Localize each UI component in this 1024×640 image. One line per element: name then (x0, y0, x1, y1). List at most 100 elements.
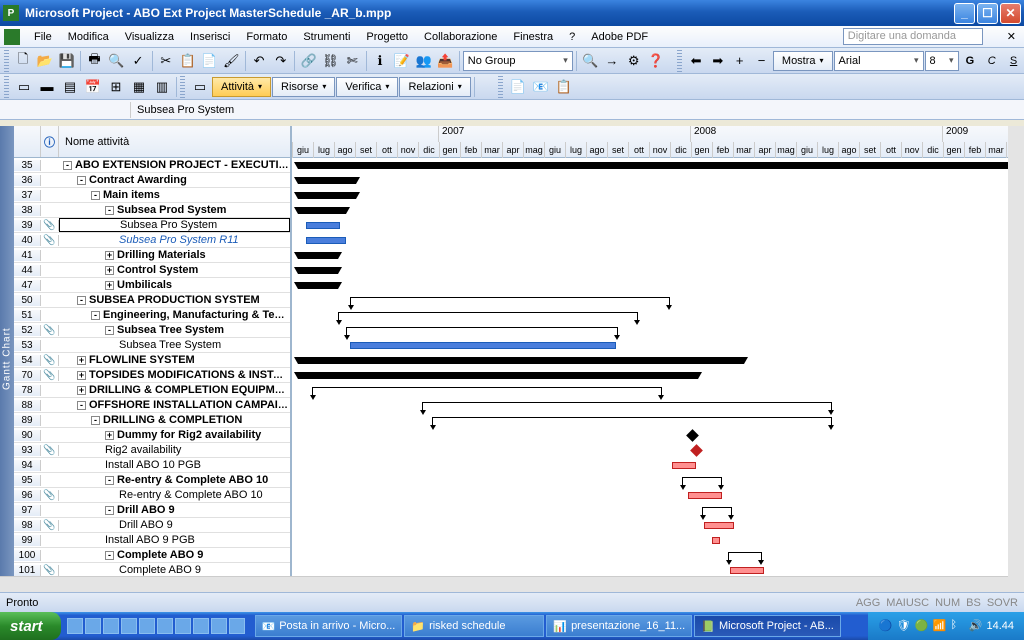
gantt-bar[interactable] (298, 207, 346, 214)
table-row[interactable]: 89-DRILLING & COMPLETION (14, 413, 290, 428)
gantt-bar[interactable] (306, 222, 340, 229)
menu-insert[interactable]: Inserisci (182, 28, 238, 46)
expand-toggle[interactable]: + (105, 266, 114, 275)
table-row[interactable]: 97-Drill ABO 9 (14, 503, 290, 518)
col-header-id[interactable] (14, 126, 41, 157)
gantt-bar[interactable] (728, 552, 762, 560)
resources-pane-button[interactable]: Risorse▾ (272, 77, 335, 97)
table-row[interactable]: 99Install ABO 9 PGB (14, 533, 290, 548)
row-name[interactable]: Re-entry & Complete ABO 10 (59, 489, 290, 501)
row-id[interactable]: 47 (14, 280, 41, 291)
gantt-bar[interactable] (672, 462, 696, 469)
expand-toggle[interactable]: - (63, 161, 72, 170)
ql-word-icon[interactable] (139, 618, 155, 634)
font-name-select[interactable]: Arial (834, 51, 924, 71)
table-row[interactable]: 50-SUBSEA PRODUCTION SYSTEM (14, 293, 290, 308)
table-row[interactable]: 52📎-Subsea Tree System (14, 323, 290, 338)
save-icon[interactable]: 💾 (56, 50, 77, 72)
row-id[interactable]: 95 (14, 475, 41, 486)
gantt-bar[interactable] (688, 492, 722, 499)
gantt-bar[interactable] (312, 387, 662, 395)
table-row[interactable]: 94Install ABO 10 PGB (14, 458, 290, 473)
track-pane-button[interactable]: Verifica▾ (336, 77, 398, 97)
gantt-chart[interactable]: 200720082009giulugagosetottnovdicgenfebm… (292, 126, 1024, 592)
row-id[interactable]: 44 (14, 265, 41, 276)
tasks-pane-button[interactable]: Attività▾ (212, 77, 271, 97)
expand-toggle[interactable]: + (105, 281, 114, 290)
underline-icon[interactable]: S (1003, 50, 1024, 72)
table-row[interactable]: 51-Engineering, Manufacturing & Testing (14, 308, 290, 323)
expand-toggle[interactable]: + (77, 386, 86, 395)
info-icon[interactable]: ℹ (370, 50, 391, 72)
row-id[interactable]: 51 (14, 310, 41, 321)
row-name[interactable]: Subsea Tree System (59, 339, 290, 351)
row-name[interactable]: -OFFSHORE INSTALLATION CAMPAIGN (59, 399, 290, 411)
toolbar-grip[interactable] (4, 76, 9, 98)
expand-toggle[interactable]: - (77, 296, 86, 305)
tray-clock[interactable]: 14.44 (986, 620, 1014, 632)
row-name[interactable]: -DRILLING & COMPLETION (59, 414, 290, 426)
tray-icon[interactable]: 🔵 (878, 619, 892, 633)
taskbar-task[interactable]: 📊presentazione_16_11... (546, 615, 692, 637)
col-header-indicator[interactable]: ⓘ (41, 126, 59, 157)
gantt-bar[interactable] (298, 162, 1024, 169)
menu-view[interactable]: Visualizza (117, 28, 182, 46)
wizard-icon[interactable]: ⚙ (623, 50, 644, 72)
show-dropdown[interactable]: Mostra▾ (773, 51, 833, 71)
table-row[interactable]: 41+Drilling Materials (14, 248, 290, 263)
row-id[interactable]: 35 (14, 160, 41, 171)
expand-toggle[interactable]: - (105, 506, 114, 515)
table-row[interactable]: 98📎Drill ABO 9 (14, 518, 290, 533)
copy-icon[interactable]: 📋 (177, 50, 198, 72)
table-row[interactable]: 39📎Subsea Pro System (14, 218, 290, 233)
ql-outlook-icon[interactable] (103, 618, 119, 634)
row-name[interactable]: -ABO EXTENSION PROJECT - EXECUTION PHASE (59, 159, 290, 171)
menu-format[interactable]: Formato (238, 28, 295, 46)
table-row[interactable]: 100-Complete ABO 9 (14, 548, 290, 563)
row-id[interactable]: 50 (14, 295, 41, 306)
menu-project[interactable]: Progetto (358, 28, 416, 46)
gantt-bar[interactable] (690, 444, 703, 457)
hide-outline-icon[interactable]: − (751, 50, 772, 72)
expand-toggle[interactable]: + (77, 371, 86, 380)
italic-icon[interactable]: C (981, 50, 1002, 72)
start-button[interactable]: start (0, 612, 61, 640)
gantt-bar[interactable] (350, 342, 616, 349)
row-name[interactable]: -Drill ABO 9 (59, 504, 290, 516)
row-id[interactable]: 36 (14, 175, 41, 186)
bold-icon[interactable]: G (960, 50, 981, 72)
zoom-icon[interactable]: 🔍 (580, 50, 601, 72)
table-row[interactable]: 36 -Contract Awarding (14, 173, 290, 188)
menu-help[interactable]: ? (561, 28, 583, 46)
gantt-bar[interactable] (338, 312, 638, 320)
table-row[interactable]: 88-OFFSHORE INSTALLATION CAMPAIGN (14, 398, 290, 413)
view-tracking-icon[interactable]: ▬ (36, 76, 58, 98)
gantt-bar[interactable] (712, 537, 720, 544)
pdf-mail-icon[interactable]: 📧 (530, 76, 552, 98)
view-gantt-icon[interactable]: ▭ (13, 76, 35, 98)
entry-bar-value[interactable]: Subsea Pro System (130, 102, 1024, 118)
row-id[interactable]: 52 (14, 325, 41, 336)
undo-icon[interactable]: ↶ (249, 50, 270, 72)
row-id[interactable]: 40 (14, 235, 41, 246)
view-usage-icon[interactable]: ▤ (59, 76, 81, 98)
row-id[interactable]: 98 (14, 520, 41, 531)
tray-network-icon[interactable]: 📶 (932, 619, 946, 633)
gantt-bar[interactable] (298, 252, 338, 259)
assign-icon[interactable]: 👥 (413, 50, 434, 72)
open-icon[interactable]: 📂 (35, 50, 56, 72)
table-hscrollbar[interactable] (14, 576, 292, 592)
ql-ie-icon[interactable] (85, 618, 101, 634)
show-outline-icon[interactable]: + (729, 50, 750, 72)
ql-excel-icon[interactable] (121, 618, 137, 634)
gantt-vscrollbar[interactable] (1008, 126, 1024, 592)
help-icon[interactable]: ❓ (645, 50, 666, 72)
gantt-bar[interactable] (686, 429, 699, 442)
row-name[interactable]: +Dummy for Rig2 availability (59, 429, 290, 441)
row-name[interactable]: -Contract Awarding (59, 174, 290, 186)
split-icon[interactable]: ✄ (342, 50, 363, 72)
gantt-bar[interactable] (702, 507, 732, 515)
table-row[interactable]: 95-Re-entry & Complete ABO 10 (14, 473, 290, 488)
col-header-name[interactable]: Nome attività (59, 126, 290, 157)
spellcheck-icon[interactable]: ✓ (128, 50, 149, 72)
